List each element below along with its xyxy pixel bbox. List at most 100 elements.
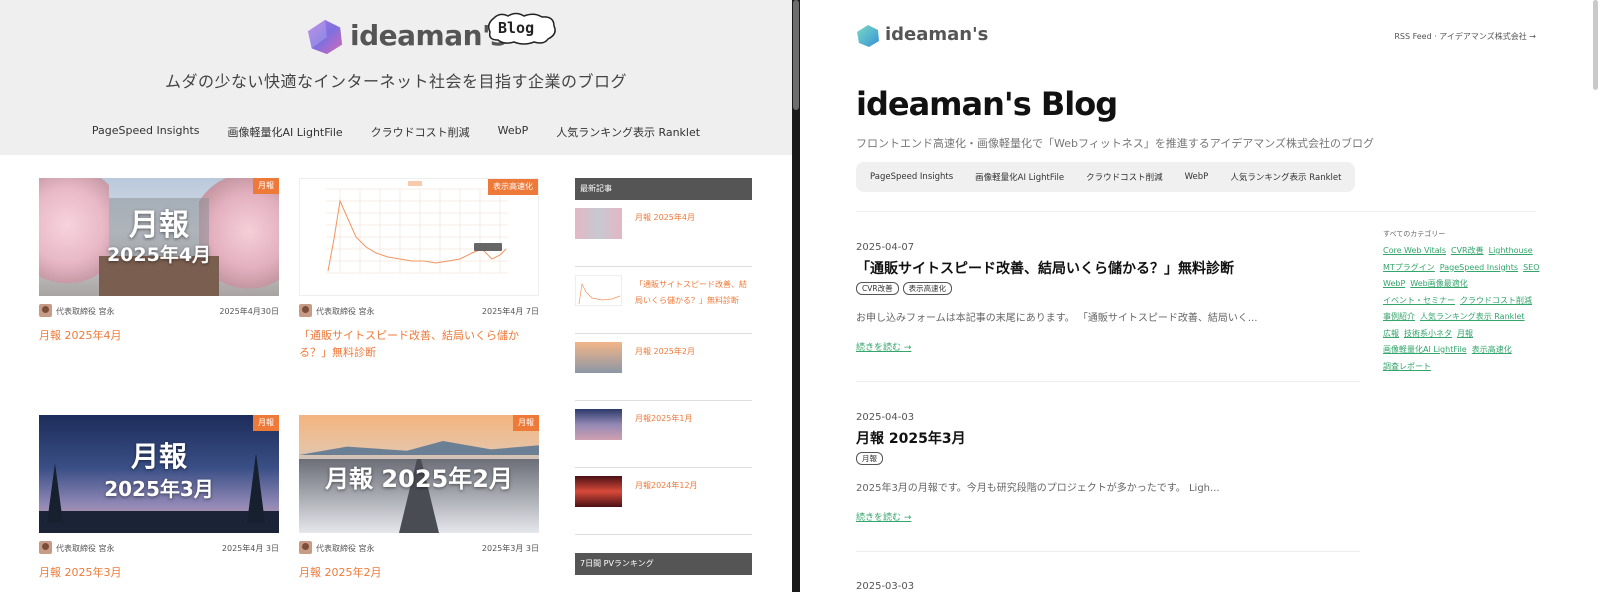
article-title-link[interactable]: 月報 2025年4月 — [39, 327, 279, 344]
post-tag[interactable]: 月報 — [856, 452, 883, 465]
logo-gem-icon[interactable] — [856, 24, 880, 48]
latest-post-thumbnail[interactable] — [575, 342, 622, 373]
category-link[interactable]: イベント・セミナー — [1383, 294, 1455, 308]
category-link[interactable]: PageSpeed Insights — [1440, 261, 1518, 275]
article-thumbnail[interactable]: 月報 2025年2月 月報 — [299, 415, 539, 533]
post-tag[interactable]: CVR改善 — [856, 282, 899, 295]
article-card[interactable]: 月報 2025年3月 月報 代表取締役 宮永 2025年4月 3日 月報 202… — [39, 415, 279, 581]
author-name: 代表取締役 宮永 — [56, 307, 115, 316]
nav-item-lightfile[interactable]: 画像軽量化AI LightFile — [975, 171, 1064, 183]
latest-post-title[interactable]: 月報2024年12月 — [635, 478, 752, 494]
category-link[interactable]: 技術系小ネタ — [1404, 327, 1452, 341]
nav-item-pagespeed[interactable]: PageSpeed Insights — [92, 124, 200, 140]
article-thumbnail[interactable]: 月報 2025年4月 月報 — [39, 178, 279, 296]
publish-date: 2025年4月30日 — [219, 307, 279, 316]
post-tags: 月報 — [856, 452, 1360, 465]
latest-post-item[interactable]: 「通販サイトスピード改善、結局いくら儲かる？」無料診断 — [575, 267, 752, 334]
category-link[interactable]: SEO — [1523, 261, 1539, 275]
article-meta: 代表取締役 宮永 2025年4月 3日 — [39, 540, 279, 558]
latest-post-title[interactable]: 月報 2025年4月 — [635, 210, 752, 226]
nav-item-lightfile[interactable]: 画像軽量化AI LightFile — [228, 124, 343, 140]
category-link[interactable]: WebP — [1383, 277, 1405, 291]
post-title-link[interactable]: 月報 2025年3月 — [856, 428, 1360, 448]
post-tag[interactable]: 表示高速化 — [902, 282, 953, 295]
publish-date: 2025年3月 3日 — [481, 544, 539, 553]
latest-post-item[interactable]: 月報 2025年4月 — [575, 200, 752, 267]
category-link[interactable]: クラウドコスト削減 — [1460, 294, 1532, 308]
nav-item-pagespeed[interactable]: PageSpeed Insights — [870, 172, 953, 182]
latest-post-title[interactable]: 月報 2025年2月 — [635, 344, 752, 360]
category-link[interactable]: 表示高速化 — [1472, 343, 1512, 357]
post-entry: 2025-04-03 月報 2025年3月 月報 2025年3月の月報です。今月… — [856, 412, 1360, 523]
header-links[interactable]: RSS Feed · アイデアマンズ株式会社 → — [1394, 31, 1536, 42]
category-links: Core Web Vitals CVR改善 Lighthouse MTプラグイン… — [1383, 244, 1543, 373]
article-thumbnail[interactable]: 月報 2025年3月 月報 — [39, 415, 279, 533]
article-title-link[interactable]: 「通販サイトスピード改善、結局いくら儲かる？」無料診断 — [299, 327, 539, 361]
latest-post-item[interactable]: 月報 2025年2月 — [575, 334, 752, 401]
latest-post-item[interactable]: 月報2024年12月 — [575, 468, 752, 535]
article-title-link[interactable]: 月報 2025年2月 — [299, 564, 539, 581]
latest-post-item[interactable]: 月報2025年1月 — [575, 401, 752, 468]
category-link[interactable]: 人気ランキング表示 Ranklet — [1420, 310, 1525, 324]
left-pane-scrollbar[interactable] — [793, 0, 799, 110]
latest-post-title[interactable]: 「通販サイトスピード改善、結局いくら儲かる？」無料診断 — [635, 277, 752, 309]
post-entry: 2025-03-03 — [856, 581, 1360, 592]
category-link[interactable]: 広報 — [1383, 327, 1399, 341]
site-logo[interactable]: ideaman's Blog — [306, 12, 566, 58]
publish-date: 2025年4月 3日 — [221, 544, 279, 553]
author-name: 代表取締役 宮永 — [316, 544, 375, 553]
category-link[interactable]: 月報 — [1457, 327, 1473, 341]
author-name: 代表取締役 宮永 — [316, 307, 375, 316]
article-thumbnail[interactable]: 表示高速化 — [299, 178, 539, 296]
article-card[interactable]: 月報 2025年4月 月報 代表取締役 宮永 2025年4月30日 月報 202… — [39, 178, 279, 344]
latest-post-thumbnail[interactable] — [575, 476, 622, 507]
category-link[interactable]: 調査レポート — [1383, 360, 1431, 374]
article-card[interactable]: 月報 2025年2月 月報 代表取締役 宮永 2025年3月 3日 月報 202… — [299, 415, 539, 581]
category-link[interactable]: Web画像最適化 — [1410, 277, 1467, 291]
post-date: 2025-03-03 — [856, 581, 915, 592]
nav-item-webp[interactable]: WebP — [1185, 172, 1209, 182]
post-title-link[interactable]: 「通販サイトスピード改善、結局いくら儲かる？」無料診断 — [856, 258, 1360, 278]
latest-post-thumbnail[interactable] — [575, 275, 622, 306]
left-browser-pane: ideaman's Blog ムダの少ない快適なインターネット社会を目指す企業の… — [0, 0, 792, 592]
category-badge[interactable]: 月報 — [513, 415, 539, 431]
logo-text[interactable]: ideaman's — [885, 24, 988, 45]
post-entry: 2025-04-07 「通販サイトスピード改善、結局いくら儲かる？」無料診断 C… — [856, 242, 1360, 353]
read-more-link[interactable]: 続きを読む → — [856, 340, 1360, 353]
category-badge[interactable]: 月報 — [253, 415, 279, 431]
nav-item-webp[interactable]: WebP — [498, 124, 529, 140]
right-pane-scrollbar[interactable] — [1593, 0, 1598, 90]
article-title-link[interactable]: 月報 2025年3月 — [39, 564, 279, 581]
category-link[interactable]: Lighthouse — [1489, 244, 1533, 258]
thumb-title-line1: 月報 — [130, 440, 187, 473]
category-link[interactable]: MTプラグイン — [1383, 261, 1435, 275]
category-heading: すべてのカテゴリー — [1383, 230, 1446, 238]
read-more-link[interactable]: 続きを読む → — [856, 510, 1360, 523]
post-date: 2025-04-03 — [856, 412, 915, 423]
category-link[interactable]: 画像軽量化AI LightFile — [1383, 343, 1467, 357]
category-badge[interactable]: 表示高速化 — [488, 179, 538, 195]
post-date: 2025-04-07 — [856, 242, 915, 253]
latest-post-thumbnail[interactable] — [575, 409, 622, 440]
nav-item-cloud-cost[interactable]: クラウドコスト削減 — [371, 124, 470, 140]
category-link[interactable]: 事例紹介 — [1383, 310, 1415, 324]
post-excerpt: 2025年3月の月報です。今月も研究段階のプロジェクトが多かったです。 Ligh… — [856, 483, 1220, 494]
logo-badge-text: Blog — [498, 19, 535, 37]
right-browser-pane: ideaman's RSS Feed · アイデアマンズ株式会社 → ideam… — [800, 0, 1600, 592]
author-avatar — [39, 541, 52, 554]
author-avatar — [39, 304, 52, 317]
thumb-title-line1: 月報 2025年2月 — [325, 465, 513, 493]
thumb-title-line2: 2025年3月 — [104, 477, 214, 501]
site-tagline: ムダの少ない快適なインターネット社会を目指す企業のブログ — [164, 72, 627, 91]
category-badge[interactable]: 月報 — [253, 178, 279, 194]
nav-item-ranklet[interactable]: 人気ランキング表示 Ranklet — [556, 124, 700, 140]
category-link[interactable]: Core Web Vitals — [1383, 244, 1446, 258]
latest-post-thumbnail[interactable] — [575, 208, 622, 239]
nav-item-cloud-cost[interactable]: クラウドコスト削減 — [1086, 171, 1163, 183]
nav-item-ranklet[interactable]: 人気ランキング表示 Ranklet — [1230, 171, 1341, 183]
category-list: すべてのカテゴリー Core Web Vitals CVR改善 Lighthou… — [1383, 229, 1543, 373]
article-card[interactable]: 表示高速化 代表取締役 宮永 2025年4月 7日 「通販サイトスピード改善、結… — [299, 178, 539, 361]
category-link[interactable]: CVR改善 — [1451, 244, 1484, 258]
post-separator — [856, 551, 1360, 552]
latest-post-title[interactable]: 月報2025年1月 — [635, 411, 752, 427]
